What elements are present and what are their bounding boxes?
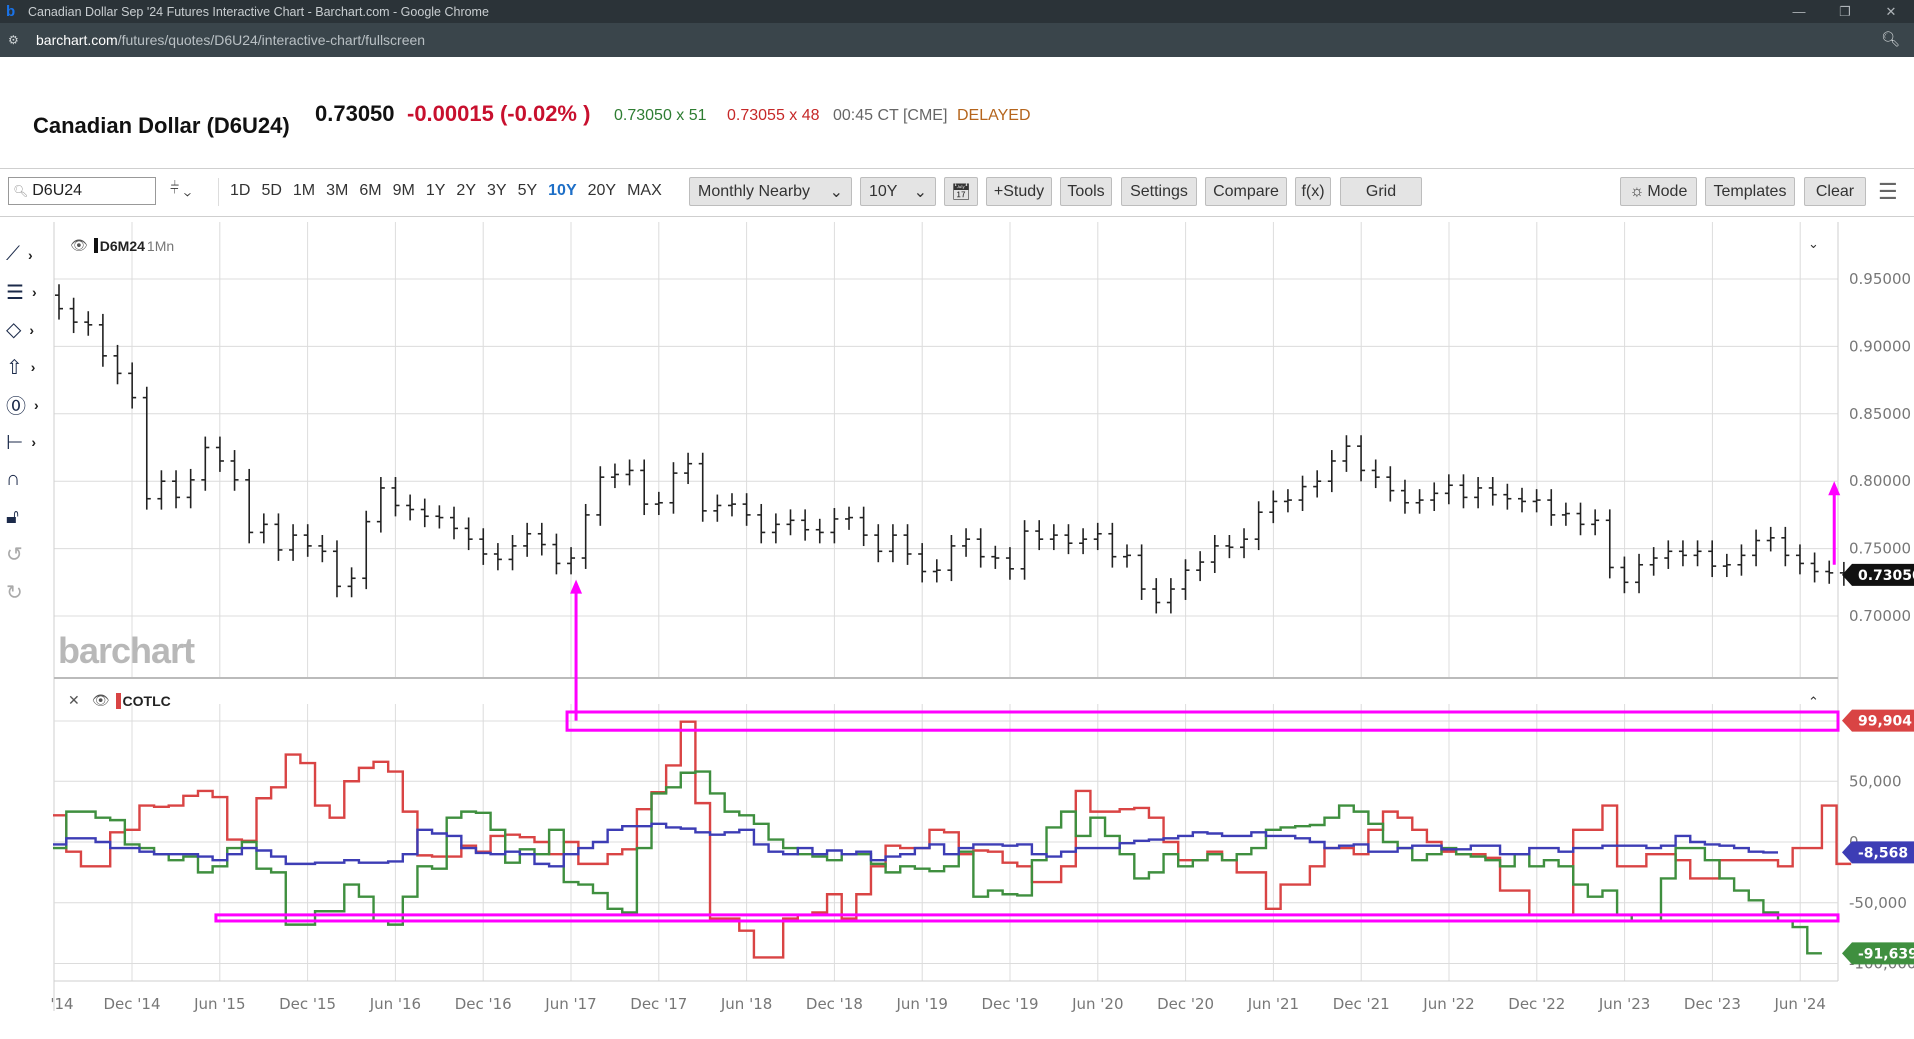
annotation-arrowhead — [570, 579, 583, 594]
x-axis-tick-label: Dec '21 — [1333, 995, 1390, 1013]
cot-axis-tick-label: 50,000 — [1849, 772, 1902, 790]
x-axis-tick-label: '14 — [50, 995, 73, 1013]
x-axis-tick-label: Dec '19 — [981, 995, 1038, 1013]
x-axis-tick-label: Jun '22 — [1422, 995, 1474, 1013]
price-axis-tick-label: 0.80000 — [1849, 472, 1911, 490]
price-axis-tick-label: 0.90000 — [1849, 337, 1911, 355]
cot-last-value-tag-text: -91,639 — [1858, 946, 1914, 962]
x-axis-tick-label: Jun '24 — [1773, 995, 1825, 1013]
series-swatch — [93, 238, 98, 253]
cot-last-value-tag-text: -8,568 — [1858, 845, 1908, 861]
x-axis-tick-label: Dec '16 — [455, 995, 512, 1013]
x-axis-tick-label: Dec '15 — [279, 995, 336, 1013]
price-axis-tick-label: 0.95000 — [1849, 270, 1911, 288]
x-axis-tick-label: Jun '19 — [895, 995, 947, 1013]
x-axis-tick-label: Dec '17 — [630, 995, 687, 1013]
x-axis-tick-label: Dec '22 — [1508, 995, 1565, 1013]
x-axis-tick-label: Dec '20 — [1157, 995, 1214, 1013]
x-axis-tick-label: Dec '14 — [103, 995, 160, 1013]
annotation-box — [214, 913, 1840, 923]
x-axis-tick-label: Jun '15 — [193, 995, 245, 1013]
x-axis-tick-label: Jun '18 — [720, 995, 772, 1013]
eye-icon[interactable]: 👁︎ — [70, 237, 88, 254]
last-price-tag-text: 0.73050 — [1858, 568, 1914, 584]
chart-canvas[interactable]: 0.95000 0.90000 0.85000 0.80000 0.75000 0.700… — [0, 0, 1914, 1039]
x-axis-tick-label: Jun '20 — [1071, 995, 1123, 1013]
cot-axis-tick-label: -50,000 — [1849, 894, 1907, 912]
x-axis-tick-label: Dec '23 — [1684, 995, 1741, 1013]
series-swatch — [115, 692, 121, 709]
barchart-watermark: barchart — [58, 630, 195, 671]
remove-study-icon[interactable]: ✕ — [68, 692, 80, 709]
cot-last-value-tag-text: 99,904 — [1858, 714, 1912, 730]
x-axis-tick-label: Jun '23 — [1598, 995, 1650, 1013]
legend-symbol: COTLC — [122, 692, 171, 709]
price-axis-tick-label: 0.70000 — [1849, 607, 1911, 625]
legend-period: 1Mn — [146, 237, 175, 254]
price-axis-tick-label: 0.85000 — [1849, 405, 1911, 423]
price-axis-tick-label: 0.75000 — [1849, 540, 1911, 558]
x-axis-tick-label: Jun '21 — [1247, 995, 1299, 1013]
eye-icon[interactable]: 👁︎ — [92, 692, 110, 709]
legend-symbol: D6M24 — [99, 237, 145, 254]
expand-pane-chevron-icon[interactable]: ⌃ — [1808, 694, 1819, 710]
cot-legend: ✕ 👁︎ COTLC — [68, 692, 171, 709]
x-axis-tick-label: Dec '18 — [806, 995, 863, 1013]
x-axis-tick-label: Jun '17 — [544, 995, 596, 1013]
cot-line-small-speculators — [53, 822, 1779, 868]
price-legend: 👁︎ D6M24 1Mn — [70, 237, 174, 254]
x-axis-tick-label: Jun '16 — [369, 995, 421, 1013]
collapse-pane-chevron-icon[interactable]: ⌄ — [1808, 236, 1819, 252]
